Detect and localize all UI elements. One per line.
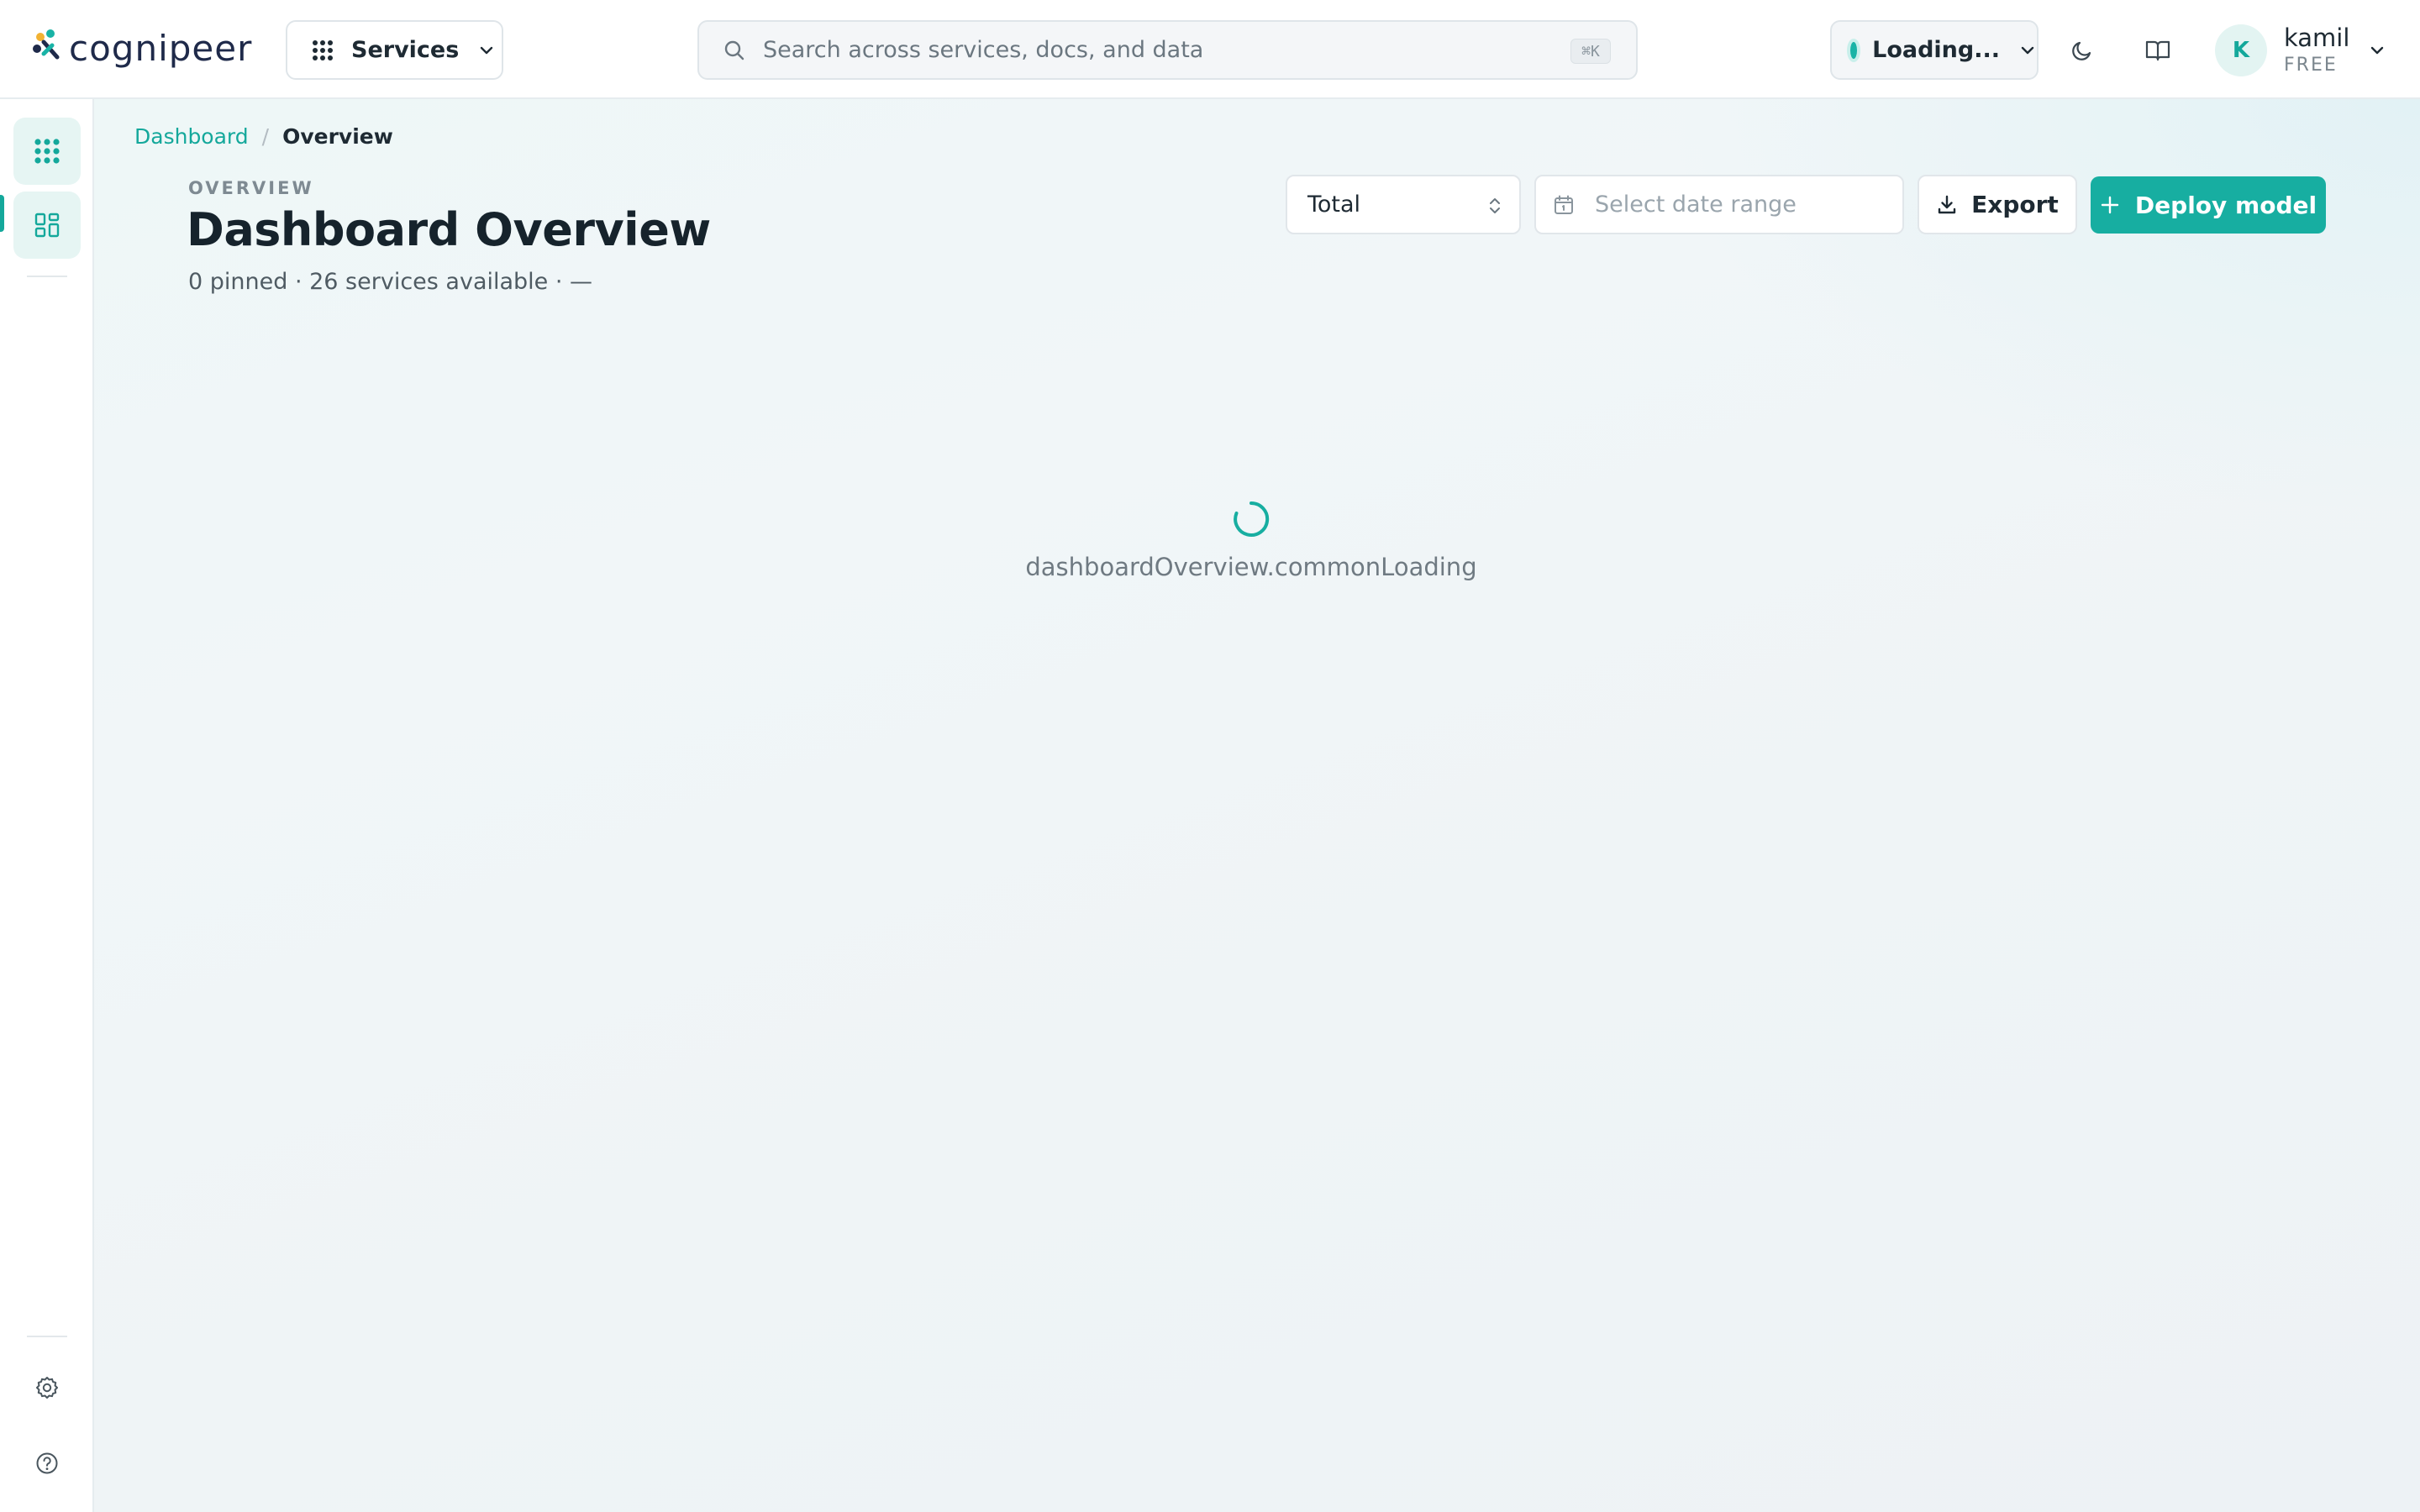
deploy-model-label: Deploy model: [2134, 191, 2317, 219]
sidebar-item-services[interactable]: [13, 118, 81, 185]
search-placeholder: Search across services, docs, and data: [763, 37, 1204, 63]
services-menu-button[interactable]: Services: [286, 20, 503, 80]
status-dot: [1850, 41, 1858, 59]
logo-mark-icon: [33, 29, 60, 60]
help-circle-icon: [34, 1451, 60, 1476]
search-shortcut-hint: ⌘K: [1570, 39, 1611, 64]
moon-icon: [2070, 38, 2095, 63]
date-range-picker[interactable]: Select date range: [1534, 175, 1904, 234]
aggregation-select-value: Total: [1307, 192, 1361, 218]
cognipeer-logo[interactable]: cognipeer: [32, 22, 252, 76]
user-plan-badge: FREE: [2284, 55, 2338, 76]
sidebar-divider: [27, 1336, 67, 1337]
dots-grid-icon: [33, 137, 61, 165]
chevron-up-down-icon: [1487, 195, 1502, 217]
loading-spinner-icon: [1231, 499, 1271, 539]
deploy-model-button[interactable]: Deploy model: [2091, 176, 2326, 234]
dashboard-icon: [34, 212, 60, 239]
chevron-down-icon: [2368, 41, 2386, 60]
chevron-down-icon: [2018, 41, 2037, 60]
user-menu[interactable]: K kamil FREE: [2215, 20, 2386, 81]
export-label: Export: [1971, 191, 2059, 218]
aggregation-select[interactable]: Total: [1286, 175, 1521, 234]
download-icon: [1936, 194, 1958, 216]
sidebar-divider: [27, 276, 67, 277]
global-search-input[interactable]: Search across services, docs, and data ⌘…: [697, 20, 1638, 80]
sidebar-item-help[interactable]: [30, 1446, 64, 1480]
calendar-icon: [1553, 194, 1575, 216]
export-button[interactable]: Export: [1918, 175, 2077, 234]
environment-label: Loading...: [1872, 37, 2000, 63]
breadcrumb-link-dashboard[interactable]: Dashboard: [134, 124, 249, 149]
sidebar-item-settings[interactable]: [30, 1371, 64, 1404]
docs-button[interactable]: [2134, 27, 2181, 74]
dots-grid-icon: [311, 39, 334, 62]
brand-name: cognipeer: [69, 28, 253, 69]
services-label: Services: [351, 37, 460, 63]
top-bar: cognipeer Services Search across service…: [0, 0, 2420, 99]
page-title: Dashboard Overview: [187, 203, 711, 256]
environment-selector[interactable]: Loading...: [1830, 20, 2039, 80]
avatar: K: [2215, 24, 2267, 76]
chevron-down-icon: [477, 41, 496, 60]
sidebar-item-dashboard[interactable]: [13, 192, 81, 259]
theme-toggle-button[interactable]: [2059, 27, 2106, 74]
book-icon: [2144, 38, 2171, 63]
loading-state: dashboardOverview.commonLoading: [94, 499, 2420, 581]
user-name: kamil: [2284, 24, 2350, 52]
page-eyebrow: OVERVIEW: [188, 178, 314, 198]
date-range-placeholder: Select date range: [1595, 192, 1797, 218]
active-indicator: [0, 195, 4, 232]
page-subtitle: 0 pinned · 26 services available · —: [188, 269, 593, 295]
breadcrumb-separator: /: [261, 124, 270, 149]
loading-text: dashboardOverview.commonLoading: [1025, 553, 1477, 581]
gear-icon: [34, 1375, 60, 1400]
left-sidebar: [0, 99, 94, 1512]
main-content: Dashboard / Overview OVERVIEW Dashboard …: [94, 99, 2420, 1512]
breadcrumb-current: Overview: [282, 124, 393, 149]
plus-icon: [2100, 195, 2120, 215]
search-icon: [723, 39, 746, 62]
breadcrumb: Dashboard / Overview: [134, 124, 393, 149]
